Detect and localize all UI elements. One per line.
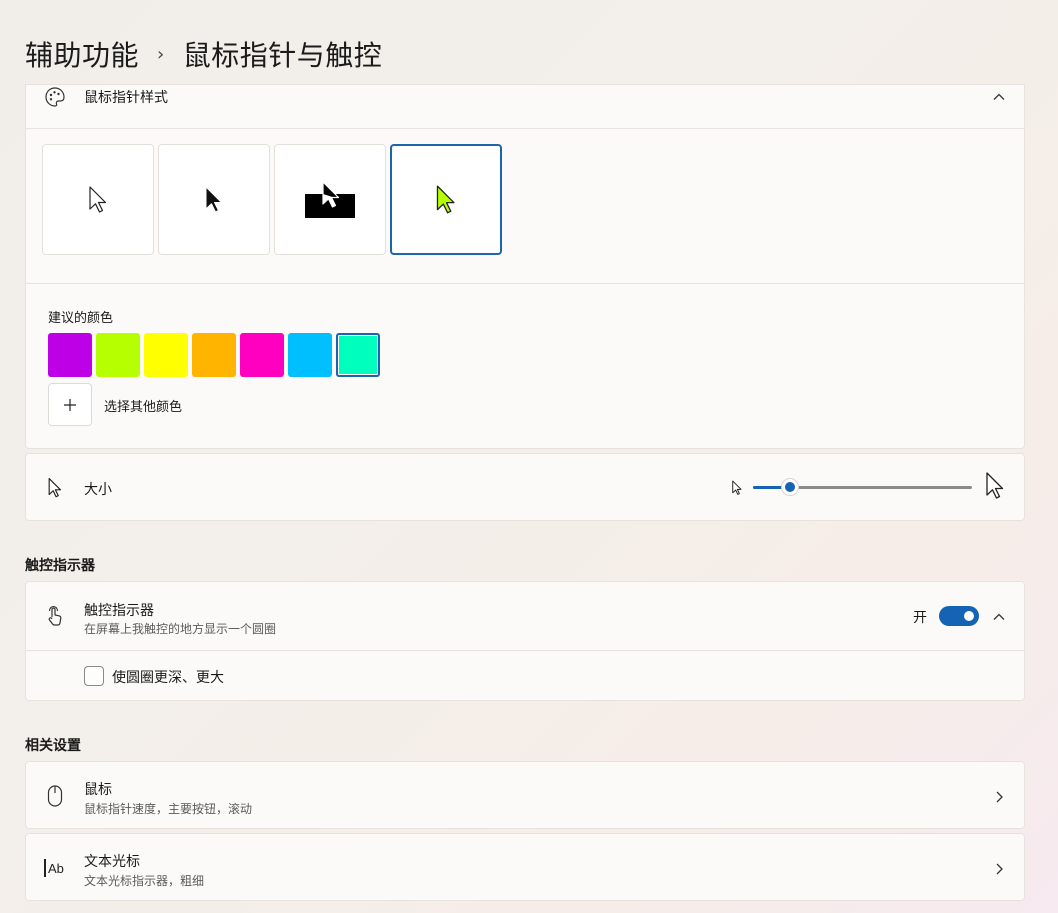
svg-text:Ab: Ab	[48, 861, 64, 876]
small-pointer-icon	[730, 479, 744, 497]
related-text-cursor-subtitle: 文本光标指示器，粗细	[84, 874, 205, 888]
pointer-style-white[interactable]	[42, 144, 154, 255]
color-swatch[interactable]	[96, 333, 140, 377]
touch-indicator-header[interactable]: 触控指示器 在屏幕上我触控的地方显示一个圆圈 开	[26, 582, 1024, 650]
toggle-knob	[964, 611, 974, 621]
touch-indicator-subtitle: 在屏幕上我触控的地方显示一个圆圈	[84, 622, 277, 636]
inverted-cursor-icon	[322, 180, 340, 208]
breadcrumb-separator: ›	[157, 43, 165, 65]
inverted-preview	[304, 180, 356, 220]
chevron-right-icon	[992, 789, 1006, 803]
pointer-style-title: 鼠标指针样式	[84, 90, 168, 106]
pointer-style-black[interactable]	[158, 144, 270, 255]
chevron-up-icon[interactable]	[992, 609, 1006, 623]
related-mouse-subtitle: 鼠标指针速度，主要按钮，滚动	[84, 802, 253, 816]
palette-icon	[43, 85, 67, 109]
choose-other-color-button[interactable]	[48, 383, 92, 426]
chevron-up-icon[interactable]	[992, 89, 1006, 103]
pointer-style-custom[interactable]	[390, 144, 502, 255]
size-card: 大小	[25, 453, 1025, 521]
chevron-right-icon	[992, 861, 1006, 875]
related-text-cursor-row[interactable]: Ab 文本光标 文本光标指示器，粗细	[25, 833, 1025, 901]
toggle-state-label: 开	[913, 610, 927, 626]
breadcrumb-parent[interactable]: 辅助功能	[25, 34, 139, 74]
text-cursor-icon: Ab	[42, 856, 68, 880]
mouse-icon	[43, 784, 67, 808]
related-text-cursor-title: 文本光标	[84, 854, 140, 870]
pointer-icon	[44, 476, 66, 500]
touch-indicator-card: 触控指示器 在屏幕上我触控的地方显示一个圆圈 开 使圆圈更深、更大	[25, 581, 1025, 701]
color-swatch[interactable]	[192, 333, 236, 377]
slider-thumb[interactable]	[781, 478, 800, 496]
color-swatch[interactable]	[336, 333, 380, 377]
suggested-colors-label: 建议的颜色	[48, 311, 114, 326]
color-swatch[interactable]	[48, 333, 92, 377]
size-slider[interactable]	[753, 478, 972, 496]
slider-thumb-dot	[785, 482, 796, 492]
divider	[26, 650, 1024, 651]
divider	[26, 128, 1024, 129]
color-swatch[interactable]	[144, 333, 188, 377]
divider	[26, 283, 1024, 284]
color-swatch[interactable]	[288, 333, 332, 377]
touch-indicator-title: 触控指示器	[84, 603, 154, 619]
related-settings-heading: 相关设置	[25, 738, 81, 754]
size-title: 大小	[84, 482, 112, 498]
plus-icon	[64, 398, 76, 411]
black-cursor-icon	[205, 186, 222, 212]
page-title: 鼠标指针与触控	[182, 39, 383, 72]
breadcrumb: 辅助功能 › 鼠标指针与触控	[25, 34, 382, 74]
pointer-style-card: 鼠标指针样式	[25, 84, 1025, 449]
related-mouse-row[interactable]: 鼠标 鼠标指针速度，主要按钮，滚动	[25, 761, 1025, 829]
touch-indicator-toggle[interactable]	[939, 606, 979, 626]
darker-larger-circle-label: 使圆圈更深、更大	[112, 670, 224, 686]
white-cursor-icon	[89, 185, 107, 213]
touch-section-heading: 触控指示器	[25, 558, 95, 574]
color-swatch[interactable]	[240, 333, 284, 377]
large-pointer-icon	[983, 471, 1007, 501]
related-mouse-title: 鼠标	[84, 782, 112, 798]
darker-larger-circle-checkbox[interactable]	[84, 666, 104, 686]
pointer-style-header[interactable]: 鼠标指针样式	[26, 85, 1024, 129]
pointer-style-inverted[interactable]	[274, 144, 386, 255]
choose-other-color-label: 选择其他颜色	[104, 400, 183, 415]
custom-color-cursor-icon	[436, 184, 455, 213]
touch-hand-icon	[43, 604, 67, 628]
